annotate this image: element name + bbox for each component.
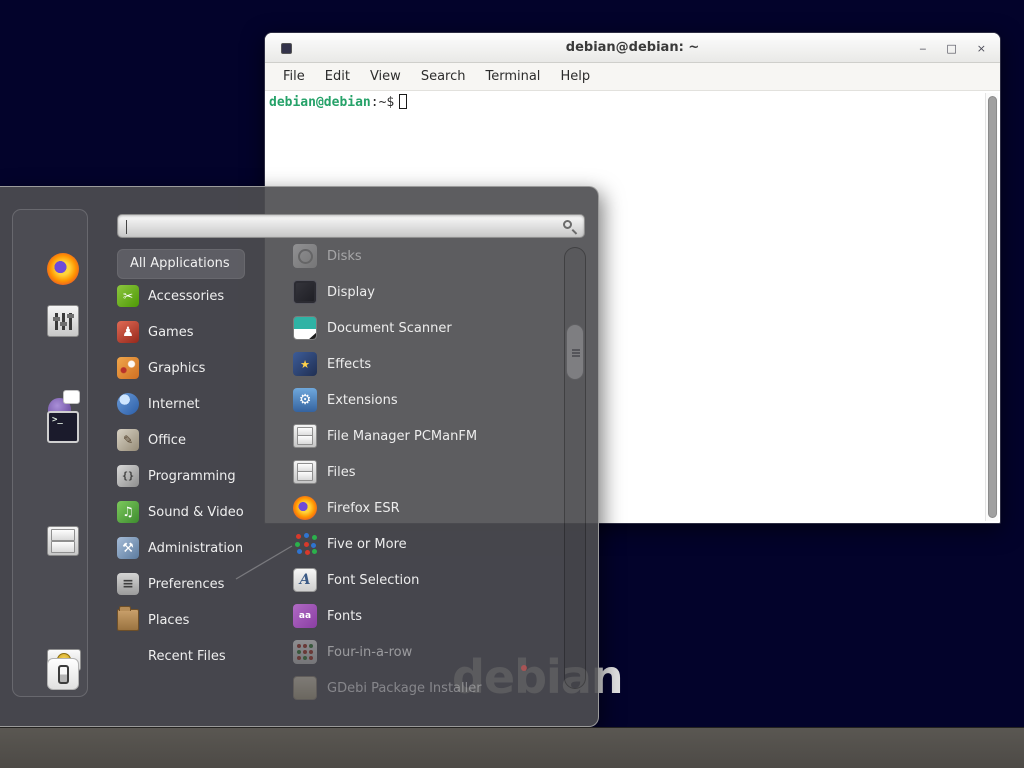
- menu-edit[interactable]: Edit: [315, 63, 360, 90]
- app-document-scanner[interactable]: Document Scanner: [265, 310, 565, 346]
- desktop: debian debian@debian: ~ ‒ □ × File Edit …: [0, 0, 1024, 768]
- app-display[interactable]: Display: [265, 274, 565, 310]
- menu-view[interactable]: View: [360, 63, 411, 90]
- internet-globe-icon: [117, 393, 139, 415]
- prompt-path: :~$: [371, 95, 394, 110]
- category-sound-video[interactable]: ♫ Sound & Video: [117, 494, 267, 530]
- games-icon: ♟: [117, 321, 139, 343]
- category-office[interactable]: ✎ Office: [117, 422, 267, 458]
- firefox-icon: [293, 496, 317, 520]
- file-manager-launcher-icon[interactable]: [47, 526, 79, 556]
- app-list-scrollbar-thumb[interactable]: [566, 324, 584, 380]
- app-list-scrollbar[interactable]: [564, 247, 586, 689]
- extensions-gear-icon: ⚙: [293, 388, 317, 412]
- graphics-icon: [117, 357, 139, 379]
- application-menu: >_ All Applications ✂ Accessories ♟ Game…: [0, 186, 599, 727]
- menu-help[interactable]: Help: [550, 63, 600, 90]
- close-button[interactable]: ×: [977, 43, 986, 54]
- terminal-titlebar[interactable]: debian@debian: ~ ‒ □ ×: [265, 33, 1000, 63]
- accessories-icon: ✂: [117, 285, 139, 307]
- taskbar: >_ 01:06: [0, 727, 1024, 768]
- app-firefox-esr[interactable]: Firefox ESR: [265, 490, 565, 526]
- terminal-scrollbar[interactable]: [985, 93, 998, 521]
- places-folder-icon: [117, 609, 139, 631]
- font-selection-icon: A: [293, 568, 317, 592]
- app-files[interactable]: Files: [265, 454, 565, 490]
- effects-star-icon: ★: [293, 352, 317, 376]
- shut-down-icon[interactable]: [47, 658, 79, 690]
- menu-search[interactable]: Search: [411, 63, 476, 90]
- menu-search-input[interactable]: [117, 214, 585, 238]
- app-font-selection[interactable]: A Font Selection: [265, 562, 565, 598]
- search-caret: [126, 220, 127, 234]
- file-cabinet-icon: [293, 460, 317, 484]
- administration-tools-icon: ⚒: [117, 537, 139, 559]
- all-applications-button[interactable]: All Applications: [117, 249, 245, 279]
- scrollbar-grip: [572, 349, 580, 351]
- window-controls: ‒ □ ×: [919, 33, 986, 63]
- display-monitor-icon: [293, 280, 317, 304]
- disks-icon: [293, 244, 317, 268]
- app-gdebi-package-installer[interactable]: GDebi Package Installer: [265, 670, 565, 706]
- menu-terminal[interactable]: Terminal: [475, 63, 550, 90]
- search-icon: [563, 220, 572, 229]
- category-preferences[interactable]: ≡ Preferences: [117, 566, 267, 602]
- prompt-user-host: debian@debian: [269, 95, 371, 110]
- app-effects[interactable]: ★ Effects: [265, 346, 565, 382]
- programming-icon: {}: [117, 465, 139, 487]
- menu-sidebar: >_: [12, 209, 88, 697]
- category-internet[interactable]: Internet: [117, 386, 267, 422]
- watermark-red-dot: [521, 665, 527, 671]
- terminal-cursor: [399, 94, 407, 109]
- category-places[interactable]: Places: [117, 602, 267, 638]
- app-extensions[interactable]: ⚙ Extensions: [265, 382, 565, 418]
- terminal-scrollbar-thumb[interactable]: [988, 96, 997, 518]
- category-games[interactable]: ♟ Games: [117, 314, 267, 350]
- category-programming[interactable]: {} Programming: [117, 458, 267, 494]
- app-file-manager-pcmanfm[interactable]: File Manager PCManFM: [265, 418, 565, 454]
- mixer-launcher-icon[interactable]: [47, 305, 79, 337]
- gdebi-package-icon: [293, 676, 317, 700]
- minimize-button[interactable]: ‒: [919, 43, 926, 54]
- fonts-icon: aa: [293, 604, 317, 628]
- maximize-button[interactable]: □: [946, 43, 956, 54]
- four-in-a-row-grid-icon: [293, 640, 317, 664]
- app-fonts[interactable]: aa Fonts: [265, 598, 565, 634]
- app-four-in-a-row[interactable]: Four-in-a-row: [265, 634, 565, 670]
- category-administration[interactable]: ⚒ Administration: [117, 530, 267, 566]
- app-five-or-more[interactable]: Five or More: [265, 526, 565, 562]
- preferences-sliders-icon: ≡: [117, 573, 139, 595]
- sound-video-icon: ♫: [117, 501, 139, 523]
- app-disks[interactable]: Disks: [265, 238, 565, 274]
- firefox-launcher-icon[interactable]: [47, 253, 79, 285]
- terminal-window-title: debian@debian: ~: [265, 33, 1000, 63]
- terminal-menubar: File Edit View Search Terminal Help: [265, 63, 1000, 91]
- category-accessories[interactable]: ✂ Accessories: [117, 278, 267, 314]
- category-recent-files[interactable]: Recent Files: [117, 638, 267, 674]
- terminal-launcher-icon[interactable]: >_: [47, 411, 79, 443]
- category-graphics[interactable]: Graphics: [117, 350, 267, 386]
- office-icon: ✎: [117, 429, 139, 451]
- five-or-more-dots-icon: [293, 532, 317, 556]
- menu-file[interactable]: File: [273, 63, 315, 90]
- shell-prompt: debian@debian:~$: [269, 94, 407, 125]
- file-cabinet-icon: [293, 424, 317, 448]
- scanner-icon: [293, 316, 317, 340]
